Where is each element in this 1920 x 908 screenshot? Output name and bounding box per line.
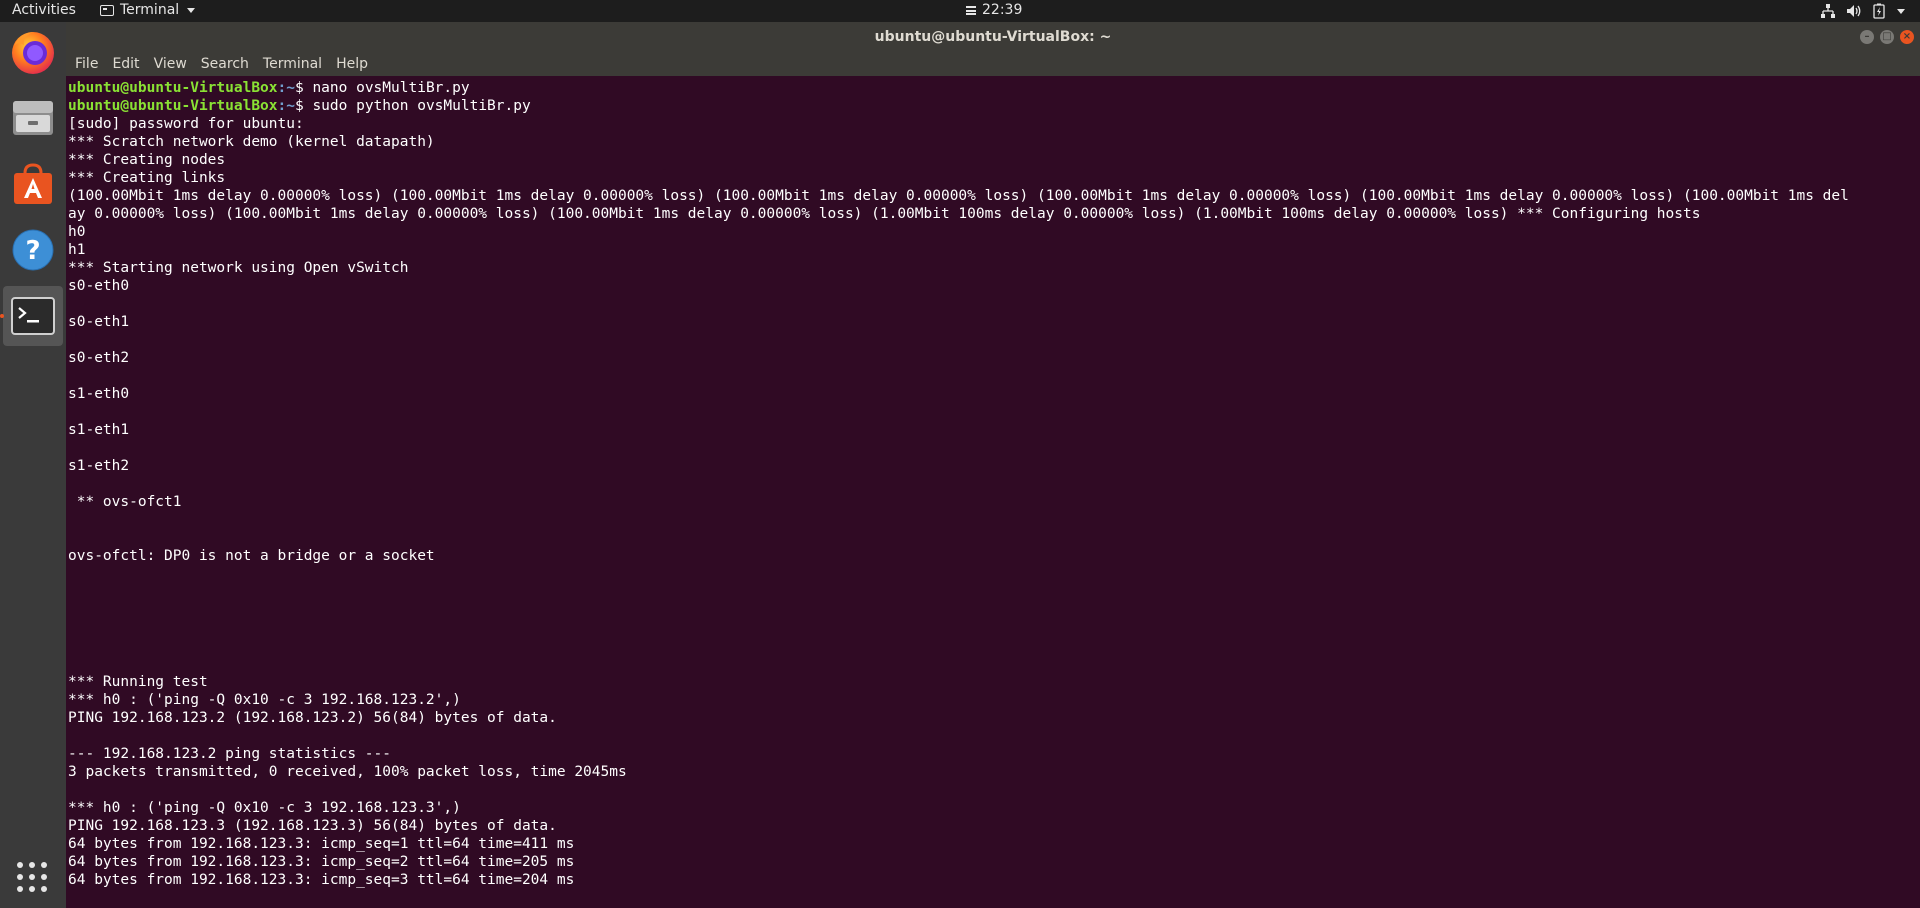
window-title: ubuntu@ubuntu-VirtualBox: ~ (874, 29, 1112, 45)
dock-item-terminal[interactable] (3, 286, 63, 346)
terminal-icon (11, 297, 55, 335)
dock-item-firefox[interactable] (3, 22, 63, 82)
clock-time: 22:39 (982, 2, 1023, 18)
prompt-symbol: $ (294, 80, 313, 96)
svg-text:?: ? (25, 236, 40, 266)
menu-view[interactable]: View (148, 56, 193, 72)
firefox-icon (12, 32, 54, 74)
system-menu-caret-icon[interactable] (1896, 3, 1906, 19)
dock-item-help[interactable]: ? (3, 220, 63, 280)
app-menu-label: Terminal (120, 2, 180, 18)
menu-terminal[interactable]: Terminal (257, 56, 328, 72)
top-bar: Activities Terminal 22:39 (0, 0, 1920, 22)
volume-icon[interactable] (1846, 3, 1862, 19)
activities-button[interactable]: Activities (12, 2, 76, 18)
help-icon: ? (12, 229, 54, 271)
command-output: [sudo] password for ubuntu: *** Scratch … (68, 116, 1849, 888)
terminal-output: ubuntu@ubuntu-VirtualBox:~$ nano ovsMult… (68, 79, 1849, 889)
menu-search[interactable]: Search (195, 56, 255, 72)
apps-grid-icon (17, 862, 23, 868)
menu-bar: File Edit View Search Terminal Help (66, 52, 1920, 76)
prompt-path: :~ (277, 98, 295, 114)
software-center-icon (14, 163, 52, 204)
menu-edit[interactable]: Edit (106, 56, 145, 72)
dock: ? (0, 22, 66, 908)
window-titlebar[interactable]: ubuntu@ubuntu-VirtualBox: ~ – □ × (66, 22, 1920, 52)
maximize-button[interactable]: □ (1880, 30, 1894, 44)
close-button[interactable]: × (1900, 30, 1914, 44)
dock-item-files[interactable] (3, 88, 63, 148)
chevron-down-icon (187, 7, 196, 13)
prompt-line-2: ubuntu@ubuntu-VirtualBox:~$ sudo python … (68, 98, 531, 114)
prompt-line-1: ubuntu@ubuntu-VirtualBox:~$ nano ovsMult… (68, 80, 470, 96)
close-icon: × (1902, 31, 1912, 42)
command-text: nano ovsMultiBr.py (312, 80, 470, 96)
active-indicator (0, 314, 4, 318)
maximize-icon: □ (1882, 31, 1892, 42)
menu-file[interactable]: File (69, 56, 104, 72)
terminal-view[interactable]: ubuntu@ubuntu-VirtualBox:~$ nano ovsMult… (66, 76, 1920, 908)
prompt-symbol: $ (294, 98, 313, 114)
notifications-icon (966, 5, 976, 15)
app-menu[interactable]: Terminal (100, 2, 196, 18)
minimize-icon: – (1864, 31, 1870, 42)
network-icon[interactable] (1820, 3, 1836, 19)
battery-icon[interactable] (1872, 3, 1886, 19)
command-text: sudo python ovsMultiBr.py (312, 98, 531, 114)
window-controls: – □ × (1860, 30, 1914, 44)
clock[interactable]: 22:39 (966, 2, 1022, 18)
menu-help[interactable]: Help (330, 56, 374, 72)
system-tray[interactable] (1820, 3, 1906, 19)
terminal-small-icon (100, 4, 114, 16)
show-apps-button[interactable] (17, 862, 47, 892)
dock-item-software[interactable] (3, 154, 63, 214)
prompt-path: :~ (277, 80, 295, 96)
prompt-user: ubuntu@ubuntu-VirtualBox (68, 98, 278, 114)
prompt-user: ubuntu@ubuntu-VirtualBox (68, 80, 278, 96)
terminal-scrollbar[interactable] (1914, 76, 1920, 908)
files-icon (13, 101, 53, 135)
minimize-button[interactable]: – (1860, 30, 1874, 44)
